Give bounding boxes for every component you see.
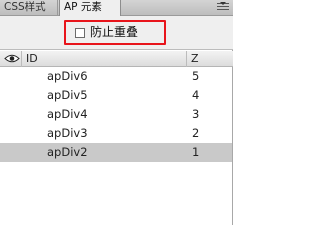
table-row[interactable]: apDiv5 4 [0, 86, 232, 105]
row-z-index: 5 [192, 69, 200, 83]
eye-icon[interactable] [4, 54, 20, 63]
table-row[interactable]: apDiv6 5 [0, 67, 232, 86]
row-id: apDiv2 [47, 145, 88, 159]
row-id: apDiv6 [47, 69, 88, 83]
header-divider [21, 51, 22, 67]
row-z-index: 4 [192, 88, 200, 102]
header-divider [186, 51, 187, 67]
panel-toolbar: 防止重叠 [0, 16, 233, 50]
prevent-overlap-label[interactable]: 防止重叠 [90, 25, 138, 40]
row-id: apDiv3 [47, 126, 88, 140]
table-row-selected[interactable]: apDiv2 1 [0, 143, 232, 162]
prevent-overlap-checkbox[interactable] [75, 28, 85, 38]
table-row[interactable]: apDiv3 2 [0, 124, 232, 143]
tab-css-styles[interactable]: CSS样式 [0, 0, 58, 16]
row-z-index: 2 [192, 126, 200, 140]
row-id: apDiv5 [47, 88, 88, 102]
ap-elements-panel: CSS样式 AP 元素 防止重叠 ID Z apDiv6 5 apDiv5 4 … [0, 0, 233, 225]
row-z-index: 3 [192, 107, 200, 121]
column-header-id[interactable]: ID [26, 52, 38, 66]
ap-elements-list: apDiv6 5 apDiv5 4 apDiv4 3 apDiv3 2 apDi… [0, 67, 232, 162]
table-header: ID Z [0, 51, 233, 67]
column-header-z[interactable]: Z [191, 52, 199, 66]
row-id: apDiv4 [47, 107, 88, 121]
panel-tab-bar: CSS样式 AP 元素 [0, 0, 233, 17]
row-z-index: 1 [192, 145, 200, 159]
table-row[interactable]: apDiv4 3 [0, 105, 232, 124]
panel-options-menu-icon[interactable] [217, 2, 229, 12]
tab-ap-elements[interactable]: AP 元素 [59, 0, 121, 17]
prevent-overlap-highlight: 防止重叠 [64, 20, 166, 45]
menu-lines-icon [217, 2, 229, 10]
